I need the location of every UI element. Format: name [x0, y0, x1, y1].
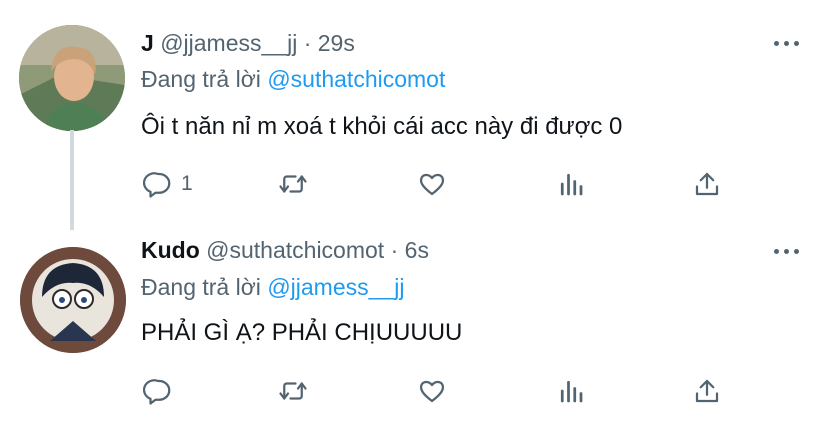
tweet-actions [0, 375, 828, 407]
share-button[interactable] [692, 375, 722, 407]
reply-prefix: Đang trả lời [141, 274, 261, 300]
like-button[interactable] [417, 168, 447, 200]
reply-button[interactable] [143, 375, 181, 407]
retweet-icon [279, 175, 307, 193]
like-button[interactable] [417, 375, 447, 407]
like-icon [419, 173, 445, 196]
tweet-header: J @jjamess__jj · 29s [141, 30, 355, 57]
tweet-text: Ôi t năn nỉ m xoá t khỏi cái acc này đi … [141, 113, 623, 140]
timestamp[interactable]: 6s [405, 237, 429, 263]
separator: · [303, 30, 312, 56]
timestamp[interactable]: 29s [318, 30, 355, 56]
tweet-actions: 1 [0, 168, 828, 200]
analytics-button[interactable] [556, 375, 586, 407]
reply-mention[interactable]: @jjamess__jj [267, 274, 404, 300]
more-icon[interactable] [774, 41, 800, 49]
tweet-header: Kudo @suthatchicomot · 6s [141, 237, 429, 264]
reply-icon [143, 172, 171, 198]
analytics-icon [560, 173, 583, 196]
share-icon [695, 172, 719, 196]
separator: · [390, 237, 399, 263]
retweet-button[interactable] [278, 375, 308, 407]
tweet[interactable]: Kudo @suthatchicomot · 6s Đang trả lời @… [0, 212, 828, 423]
reply-context: Đang trả lời @jjamess__jj [141, 274, 404, 301]
reply-prefix: Đang trả lời [141, 66, 261, 92]
analytics-icon [560, 380, 583, 403]
reply-count: 1 [181, 172, 193, 195]
tweet[interactable]: J @jjamess__jj · 29s Đang trả lời @sutha… [0, 0, 828, 230]
display-name[interactable]: J [141, 30, 154, 56]
reply-button[interactable]: 1 [143, 168, 193, 200]
like-icon [419, 380, 445, 403]
reply-mention[interactable]: @suthatchicomot [267, 66, 445, 92]
avatar[interactable] [20, 247, 126, 353]
tweet-text: PHẢI GÌ Ạ? PHẢI CHỊUUUUU [141, 319, 463, 346]
reply-icon [143, 379, 171, 405]
reply-context: Đang trả lời @suthatchicomot [141, 66, 445, 93]
display-name[interactable]: Kudo [141, 237, 200, 263]
retweet-icon [279, 382, 307, 400]
analytics-button[interactable] [556, 168, 586, 200]
more-icon[interactable] [774, 249, 800, 257]
retweet-button[interactable] [278, 168, 308, 200]
handle[interactable]: @suthatchicomot [206, 237, 384, 263]
handle[interactable]: @jjamess__jj [160, 30, 297, 56]
avatar[interactable] [19, 25, 125, 131]
share-button[interactable] [692, 168, 722, 200]
share-icon [695, 379, 719, 403]
